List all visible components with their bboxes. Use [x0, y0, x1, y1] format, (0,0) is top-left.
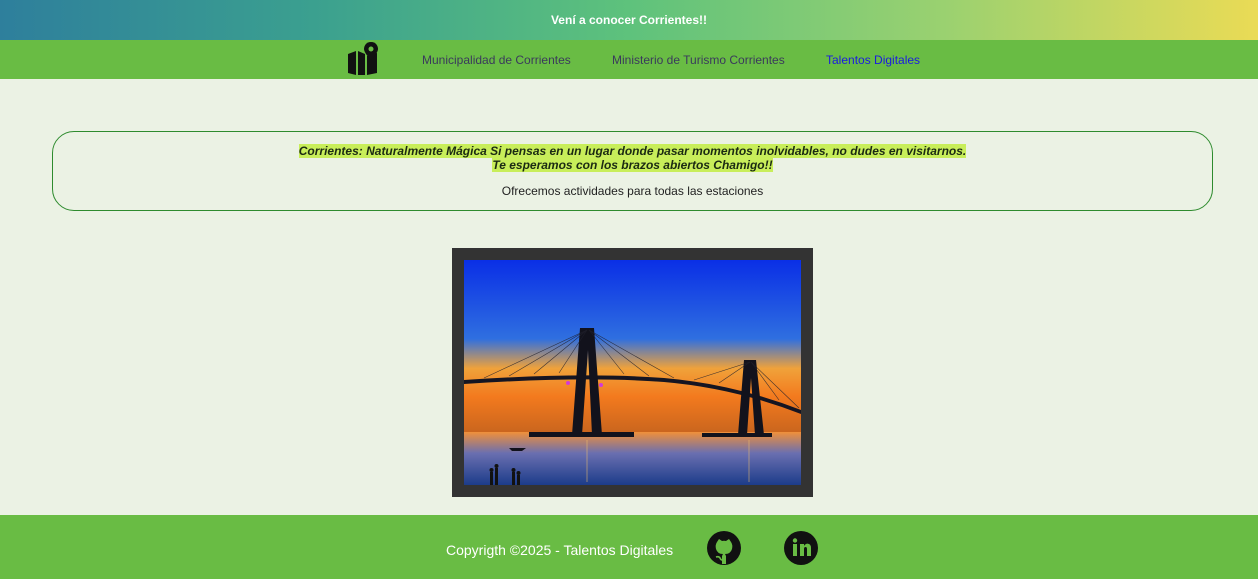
github-icon[interactable]: [706, 530, 742, 566]
top-banner: Vení a conocer Corrientes!!: [0, 0, 1258, 40]
intro-box: Corrientes: Naturalmente Mágica Si pensa…: [52, 131, 1213, 211]
map-marker-icon[interactable]: [347, 42, 379, 76]
linkedin-icon[interactable]: [783, 530, 819, 566]
photo-frame: [452, 248, 813, 497]
nav-link-ministerio-turismo[interactable]: Ministerio de Turismo Corrientes: [612, 53, 785, 67]
navbar: Municipalidad de Corrientes Ministerio d…: [0, 40, 1258, 79]
footer: Copyrigth ©2025 - Talentos Digitales: [0, 515, 1258, 579]
copyright-text: Copyrigth ©2025 - Talentos Digitales: [446, 542, 674, 558]
nav-link-municipalidad[interactable]: Municipalidad de Corrientes: [422, 53, 571, 67]
intro-subtitle: Ofrecemos actividades para todas las est…: [501, 184, 764, 198]
bridge-photo: [464, 260, 801, 485]
intro-highlight-line1: Corrientes: Naturalmente Mágica Si pensa…: [298, 144, 967, 158]
intro-highlight-line2: Te esperamos con los brazos abiertos Cha…: [492, 158, 773, 172]
banner-text: Vení a conocer Corrientes!!: [550, 13, 708, 27]
nav-link-talentos-digitales[interactable]: Talentos Digitales: [826, 53, 920, 67]
